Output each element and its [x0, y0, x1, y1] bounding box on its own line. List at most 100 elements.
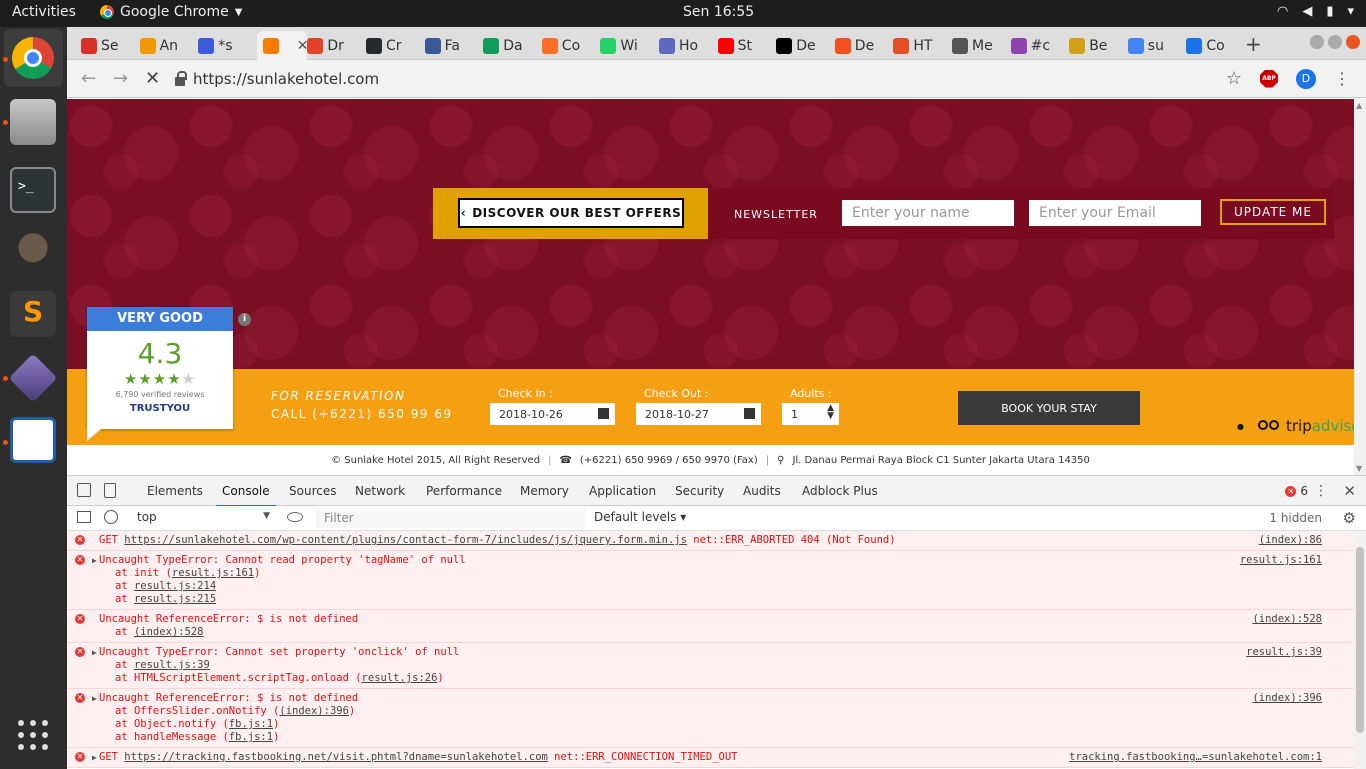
system-tray[interactable]: ◠ ◀ ▮ ▾: [1277, 4, 1354, 19]
browser-tab[interactable]: HT: [893, 31, 951, 60]
trustyou-badge[interactable]: VERY GOOD 4.3 ★★★★★ 6,790 verified revie…: [87, 307, 233, 429]
message-source-link[interactable]: tracking.fastbooking…=sunlakehotel.com:1: [1069, 751, 1322, 764]
update-me-button[interactable]: UPDATE ME: [1220, 199, 1326, 225]
inspect-element-icon[interactable]: [77, 483, 91, 497]
show-applications-button[interactable]: [18, 720, 48, 750]
bookmark-star-icon[interactable]: ☆: [1226, 68, 1242, 89]
error-counter[interactable]: ✕ 6: [1285, 484, 1308, 498]
devtools-tab-security[interactable]: Security: [675, 484, 724, 498]
profile-avatar[interactable]: D: [1296, 68, 1316, 89]
browser-tab[interactable]: Da: [483, 31, 541, 60]
devtools-tab-performance[interactable]: Performance: [426, 484, 502, 498]
newsletter-email-input[interactable]: Enter your Email: [1029, 200, 1201, 226]
browser-tab[interactable]: Cr: [366, 31, 424, 60]
dock-app-icon[interactable]: [8, 353, 58, 403]
console-error-message[interactable]: ✕ GET https://sunlakehotel.com/wp-content…: [67, 531, 1354, 551]
close-window-button[interactable]: [1346, 35, 1360, 49]
message-url-link[interactable]: https://tracking.fastbooking.net/visit.p…: [124, 751, 548, 763]
tab-close-icon[interactable]: ✕: [297, 38, 307, 54]
calendar-icon[interactable]: [598, 408, 609, 419]
devtools-tab-adblock-plus[interactable]: Adblock Plus: [802, 484, 878, 498]
forward-button[interactable]: →: [113, 68, 128, 89]
browser-tab[interactable]: Wi: [600, 31, 658, 60]
clock[interactable]: Sen 16:55: [683, 4, 754, 20]
devtools-tab-sources[interactable]: Sources: [289, 484, 336, 498]
stack-frame-link[interactable]: fb.js:1: [229, 731, 273, 743]
back-button[interactable]: ←: [81, 68, 96, 89]
scroll-thumb[interactable]: [1356, 547, 1364, 733]
devtools-tab-console[interactable]: Console: [216, 484, 276, 507]
browser-tab[interactable]: Se: [81, 31, 139, 60]
clear-console-icon[interactable]: [104, 510, 118, 524]
message-source-link[interactable]: (index):396: [1252, 692, 1322, 705]
address-bar[interactable]: https://sunlakehotel.com: [175, 64, 1315, 94]
stack-frame-link[interactable]: result.js:161: [172, 567, 254, 579]
expand-triangle-icon[interactable]: ▶: [92, 751, 97, 764]
browser-tab[interactable]: An: [139, 31, 198, 60]
browser-tab[interactable]: Be: [1069, 31, 1127, 60]
message-source-link[interactable]: result.js:39: [1246, 646, 1322, 659]
stack-frame-link[interactable]: result.js:39: [134, 659, 210, 671]
stepper-arrows-icon[interactable]: ▲ ▼: [827, 404, 834, 421]
browser-tab[interactable]: Co: [1186, 31, 1244, 60]
chrome-menu-icon[interactable]: ⋮: [1334, 69, 1350, 88]
stack-frame-link[interactable]: (index):396: [279, 705, 349, 717]
app-menu[interactable]: Google Chrome ▼: [100, 4, 242, 20]
message-url-link[interactable]: https://sunlakehotel.com/wp-content/plug…: [124, 534, 687, 546]
browser-tab[interactable]: Dr: [307, 31, 365, 60]
console-settings-gear-icon[interactable]: ⚙: [1343, 509, 1356, 527]
expand-triangle-icon[interactable]: ▶: [92, 554, 97, 567]
stack-frame-link[interactable]: result.js:215: [134, 593, 216, 605]
browser-tab[interactable]: Fa: [424, 31, 483, 60]
minimize-button[interactable]: [1310, 35, 1324, 49]
browser-tab[interactable]: Co: [541, 31, 600, 60]
expand-triangle-icon[interactable]: ▶: [92, 692, 97, 705]
console-filter-input[interactable]: Filter: [316, 508, 586, 528]
browser-tab[interactable]: De: [776, 31, 834, 60]
scroll-down-icon[interactable]: ▼: [1356, 464, 1362, 473]
dock-terminal-icon[interactable]: >_: [10, 167, 56, 213]
adblock-plus-icon[interactable]: ABP: [1260, 69, 1278, 88]
devtools-tab-elements[interactable]: Elements: [147, 484, 203, 498]
dock-writer-icon[interactable]: [10, 417, 56, 463]
browser-tab[interactable]: St: [717, 31, 776, 60]
browser-tab[interactable]: su: [1127, 31, 1186, 60]
console-error-message[interactable]: ✕ ▶ Uncaught TypeError: Cannot set propert…: [67, 643, 1354, 689]
maximize-button[interactable]: [1328, 35, 1342, 49]
scroll-up-icon[interactable]: ▲: [1356, 101, 1362, 110]
adults-stepper[interactable]: 1 ▲ ▼: [782, 403, 839, 425]
browser-tab[interactable]: #c: [1010, 31, 1069, 60]
stack-frame-link[interactable]: result.js:26: [362, 672, 438, 684]
browser-tab[interactable]: De: [834, 31, 893, 60]
new-tab-button[interactable]: +: [1245, 32, 1262, 56]
calendar-icon[interactable]: [744, 408, 755, 419]
discover-offers-button[interactable]: ‹ DISCOVER OUR BEST OFFERS: [458, 198, 684, 228]
dock-chrome[interactable]: [4, 29, 63, 87]
console-error-message[interactable]: ✕ ▶ Uncaught TypeError: Cannot read proper…: [67, 551, 1354, 610]
context-selector[interactable]: top ▼: [137, 510, 270, 524]
console-error-message[interactable]: ✕ ▶ GET https://tracking.fastbooking.net/v…: [67, 748, 1354, 768]
dock-gimp-icon[interactable]: [10, 227, 56, 273]
console-scrollbar[interactable]: [1354, 531, 1366, 769]
stack-frame-link[interactable]: fb.js:1: [229, 718, 273, 730]
devtools-close-icon[interactable]: ✕: [1343, 482, 1356, 500]
console-error-message[interactable]: ✕ ▶ Uncaught ReferenceError: $ is not defi…: [67, 689, 1354, 748]
stop-loading-button[interactable]: ✕: [145, 68, 160, 89]
devtools-tab-application[interactable]: Application: [589, 484, 656, 498]
devtools-tab-memory[interactable]: Memory: [520, 484, 569, 498]
browser-tab[interactable]: *s: [198, 31, 256, 60]
browser-tab[interactable]: Ho: [659, 31, 717, 60]
console-error-message[interactable]: ✕ Uncaught ReferenceError: $ is not defin…: [67, 610, 1354, 643]
checkout-date-field[interactable]: 2018-10-27: [636, 403, 761, 425]
live-expression-eye-icon[interactable]: [287, 512, 303, 522]
message-source-link[interactable]: (index):86: [1259, 534, 1322, 547]
devtools-menu-icon[interactable]: ⋮: [1314, 483, 1328, 499]
devtools-tab-audits[interactable]: Audits: [743, 484, 781, 498]
expand-triangle-icon[interactable]: ▶: [92, 646, 97, 659]
dock-files-icon[interactable]: [10, 99, 56, 145]
log-levels-dropdown[interactable]: Default levels ▾: [594, 510, 686, 524]
browser-tab[interactable]: ✕: [256, 31, 307, 60]
dock-sublime-icon[interactable]: S: [10, 291, 56, 337]
page-scrollbar[interactable]: ▲ ▼: [1354, 99, 1366, 475]
devtools-tab-network[interactable]: Network: [355, 484, 405, 498]
